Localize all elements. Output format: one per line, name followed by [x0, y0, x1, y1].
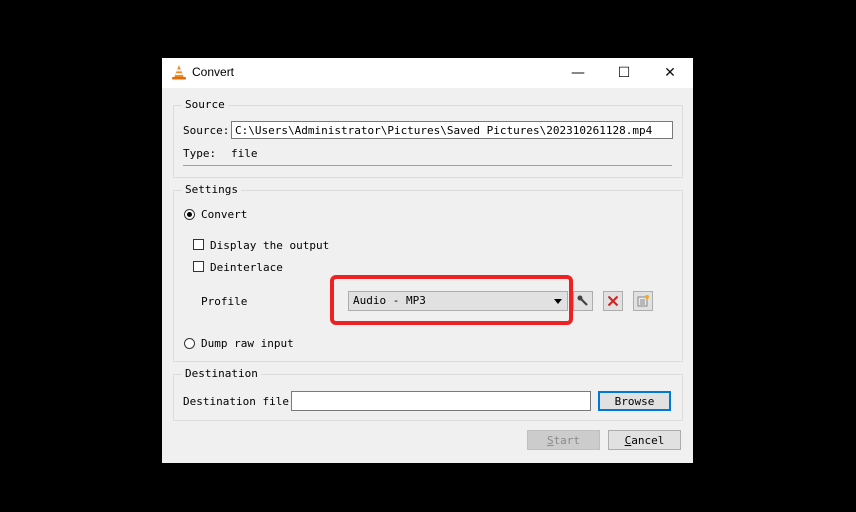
- deinterlace-checkbox[interactable]: [193, 261, 204, 272]
- dump-raw-label: Dump raw input: [201, 337, 294, 350]
- start-button[interactable]: Start: [527, 430, 600, 450]
- radio-selected-dot: [187, 212, 192, 217]
- display-output-checkbox[interactable]: [193, 239, 204, 250]
- delete-x-icon: [607, 295, 619, 307]
- new-profile-button[interactable]: [633, 291, 653, 311]
- close-button[interactable]: ✕: [647, 58, 693, 88]
- close-icon: ✕: [664, 65, 676, 81]
- maximize-button[interactable]: ☐: [601, 58, 647, 88]
- display-output-label: Display the output: [210, 239, 330, 252]
- browse-button[interactable]: Browse: [598, 391, 671, 411]
- delete-profile-button[interactable]: [603, 291, 623, 311]
- dump-raw-radio[interactable]: [184, 338, 195, 349]
- destination-file-input[interactable]: [291, 391, 591, 411]
- maximize-icon: ☐: [617, 65, 631, 81]
- profile-highlight-annotation: [330, 275, 573, 325]
- type-label: Type:: [183, 147, 217, 160]
- cancel-mnemonic: C: [624, 433, 632, 447]
- type-value: file: [231, 147, 258, 160]
- minimize-button[interactable]: —: [555, 58, 601, 88]
- profile-label: Profile: [201, 295, 248, 308]
- source-group: Source Source: C:\Users\Administrator\Pi…: [173, 98, 683, 178]
- convert-label: Convert: [201, 208, 248, 221]
- vlc-cone-icon: [172, 65, 186, 80]
- start-label-rest: tart: [553, 433, 581, 447]
- source-group-label: Source: [182, 98, 228, 111]
- title-bar: Convert — ☐ ✕: [162, 58, 693, 88]
- new-profile-icon: [637, 295, 649, 307]
- settings-group-label: Settings: [182, 183, 241, 196]
- wrench-icon: [577, 295, 588, 306]
- destination-file-label: Destination file:: [183, 395, 296, 408]
- edit-profile-button[interactable]: [573, 291, 593, 311]
- cancel-label-rest: ancel: [631, 433, 665, 447]
- destination-group: Destination Destination file: Browse: [173, 367, 683, 421]
- source-separator: [183, 165, 672, 166]
- minimize-icon: —: [571, 65, 585, 81]
- convert-dialog: Convert — ☐ ✕ Source Source: C:\Users\Ad…: [162, 58, 693, 463]
- cancel-button[interactable]: Cancel: [608, 430, 681, 450]
- source-label: Source:: [183, 124, 230, 137]
- window-title: Convert: [192, 65, 235, 79]
- deinterlace-label: Deinterlace: [210, 261, 283, 274]
- convert-radio[interactable]: [184, 209, 195, 220]
- destination-group-label: Destination: [182, 367, 261, 380]
- start-mnemonic: S: [546, 433, 554, 447]
- source-path-field[interactable]: C:\Users\Administrator\Pictures\Saved Pi…: [231, 121, 673, 139]
